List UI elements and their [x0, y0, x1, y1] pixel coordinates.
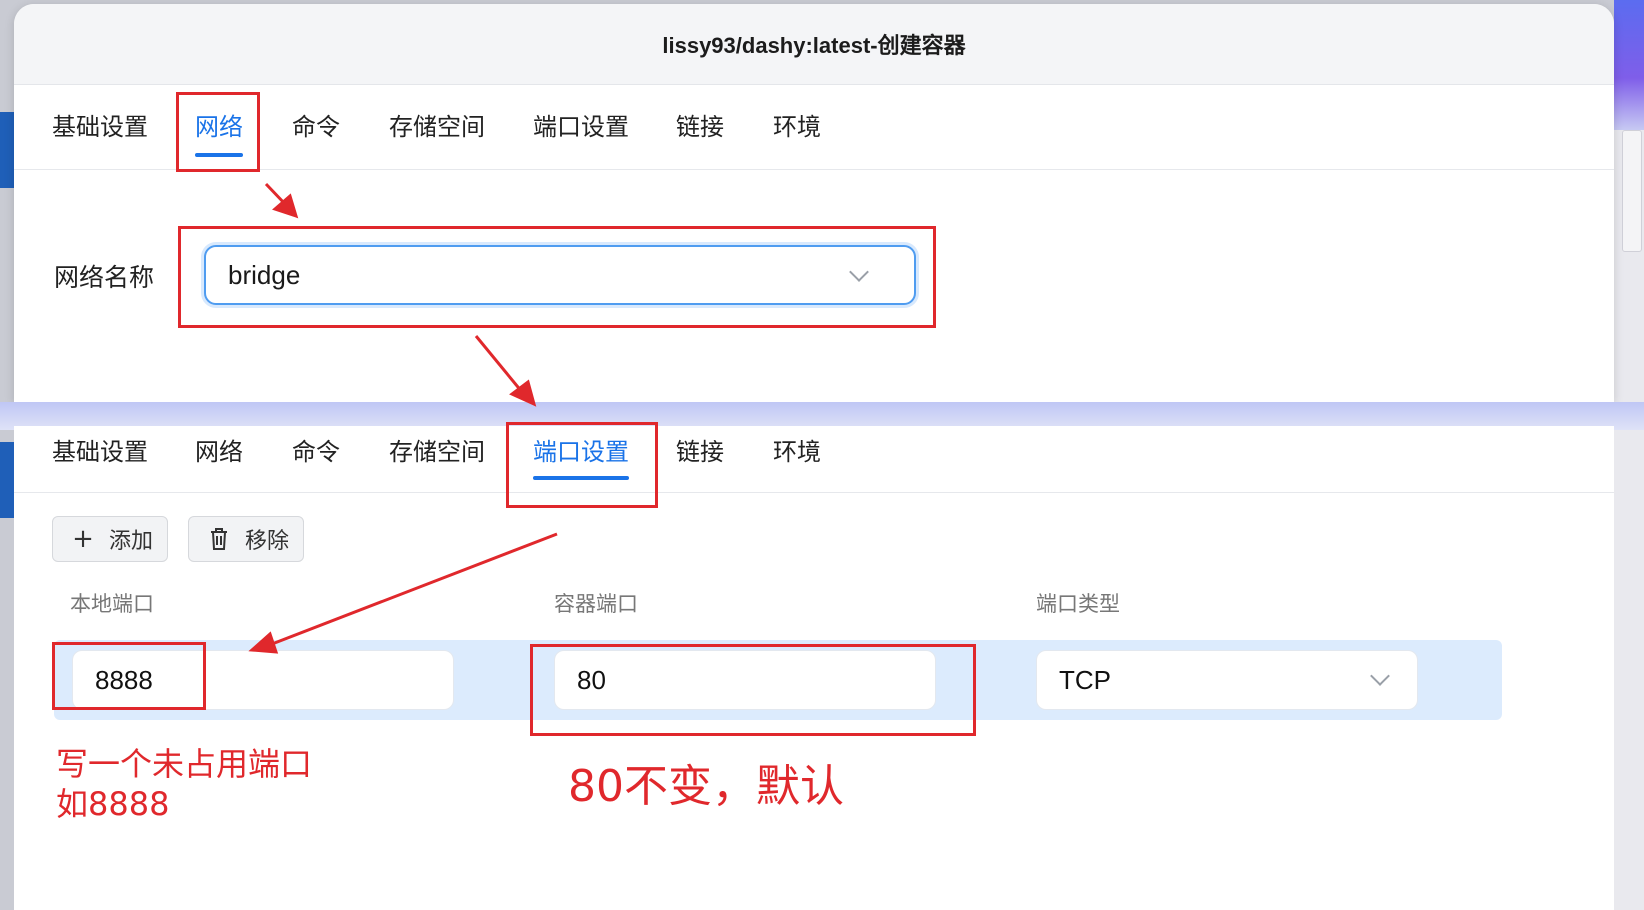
arrow-line [271, 532, 558, 646]
arrow-line [474, 335, 524, 393]
arrow-head [272, 193, 299, 219]
annotation-arrows [248, 182, 558, 654]
arrow-head [248, 631, 279, 654]
